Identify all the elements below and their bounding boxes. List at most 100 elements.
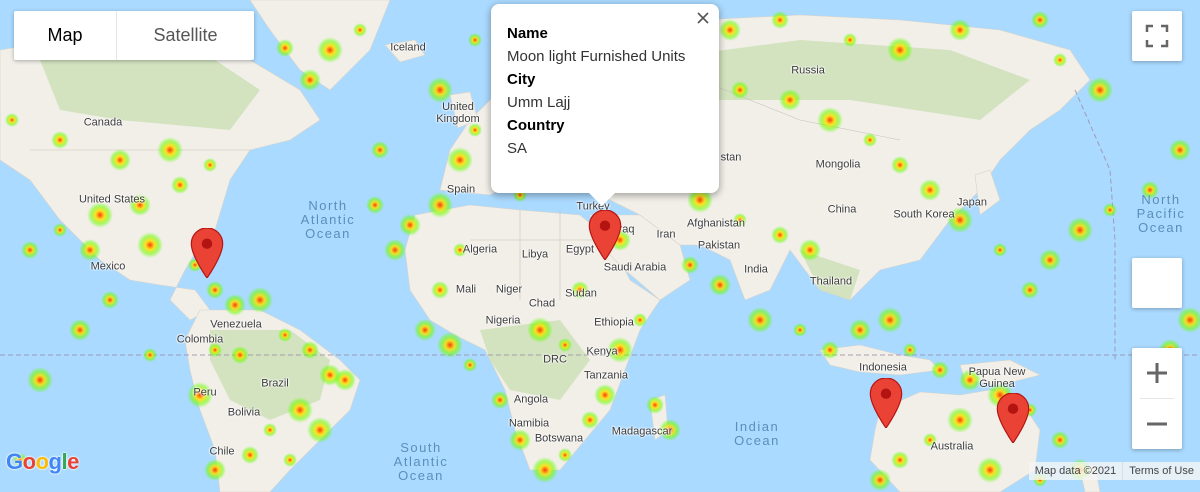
label-thailand: Thailand xyxy=(809,275,853,288)
map-marker-pin[interactable] xyxy=(588,209,622,262)
country-label: Country xyxy=(507,117,565,134)
name-value: Moon light Furnished Units xyxy=(507,48,686,65)
heatmap-point xyxy=(353,23,367,37)
terms-of-use-link[interactable]: Terms of Use xyxy=(1122,462,1200,480)
label-algeria: Algeria xyxy=(462,243,498,256)
heatmap-point xyxy=(334,369,356,391)
zoom-in-button[interactable] xyxy=(1132,348,1182,398)
label-mexico: Mexico xyxy=(90,260,126,273)
heatmap-point xyxy=(53,223,67,237)
label-united-kingdom: United Kingdom xyxy=(436,101,480,125)
close-icon xyxy=(697,12,709,24)
heatmap-point xyxy=(247,287,273,313)
label-angola: Angola xyxy=(513,393,549,406)
heatmap-point xyxy=(1051,431,1069,449)
label-ethiopia: Ethiopia xyxy=(594,316,634,329)
map-marker-pin[interactable] xyxy=(190,227,224,280)
heatmap-point xyxy=(399,214,421,236)
label-south-atlantic-ocean: South Atlantic Ocean xyxy=(393,440,449,483)
heatmap-point xyxy=(633,313,647,327)
label-tanzania: Tanzania xyxy=(583,369,629,382)
heatmap-point xyxy=(919,179,941,201)
heatmap-point xyxy=(278,328,292,342)
heatmap-point xyxy=(468,123,482,137)
label-sudan: Sudan xyxy=(565,287,597,300)
heatmap-point xyxy=(468,33,482,47)
zoom-out-button[interactable] xyxy=(1132,399,1182,449)
heatmap-point xyxy=(79,239,101,261)
close-button[interactable] xyxy=(691,6,715,30)
heatmap-point xyxy=(87,202,113,228)
heatmap-point xyxy=(371,141,389,159)
label-india: India xyxy=(744,263,768,276)
heatmap-point xyxy=(1169,139,1191,161)
heatmap-point xyxy=(793,323,807,337)
heatmap-point xyxy=(366,196,384,214)
label-kazakhstan: stan xyxy=(720,151,742,164)
map-marker-pin[interactable] xyxy=(996,392,1030,445)
label-mali: Mali xyxy=(455,283,477,296)
label-chad: Chad xyxy=(528,297,556,310)
heatmap-point xyxy=(283,453,297,467)
label-afghanistan: Afghanistan xyxy=(686,217,746,230)
heatmap-point xyxy=(877,307,903,333)
heatmap-point xyxy=(1103,203,1117,217)
label-south-korea: South Korea xyxy=(893,208,955,221)
heatmap-point xyxy=(771,226,789,244)
heatmap-point xyxy=(891,156,909,174)
heatmap-point xyxy=(681,256,699,274)
map-type-satellite-button[interactable]: Satellite xyxy=(116,11,254,60)
label-russia: Russia xyxy=(791,64,825,77)
heatmap-point xyxy=(947,407,973,433)
heatmap-point xyxy=(821,341,839,359)
heatmap-point xyxy=(263,423,277,437)
map-marker-pin[interactable] xyxy=(869,377,903,430)
heatmap-point xyxy=(5,113,19,127)
heatmap-point xyxy=(1053,53,1067,67)
map-canvas[interactable]: Iceland Canada United States Mexico Vene… xyxy=(0,0,1200,492)
minus-icon xyxy=(1147,422,1167,426)
heatmap-point xyxy=(157,137,183,163)
zoom-control xyxy=(1132,348,1182,449)
heatmap-point xyxy=(931,361,949,379)
label-north-pacific-ocean: North Pacific Ocean xyxy=(1136,192,1186,235)
heatmap-point xyxy=(317,37,343,63)
heatmap-point xyxy=(143,348,157,362)
label-colombia: Colombia xyxy=(176,333,224,346)
heatmap-point xyxy=(171,176,189,194)
heatmap-point xyxy=(491,391,509,409)
label-japan: Japan xyxy=(957,196,987,209)
fullscreen-button[interactable] xyxy=(1132,11,1182,61)
label-united-states: United States xyxy=(78,193,146,206)
map-type-map-button[interactable]: Map xyxy=(14,11,116,60)
pegman-control[interactable] xyxy=(1132,258,1182,308)
heatmap-point xyxy=(594,384,616,406)
heatmap-point xyxy=(101,291,119,309)
heatmap-point xyxy=(203,158,217,172)
label-peru: Peru xyxy=(193,386,217,399)
google-logo[interactable]: Google xyxy=(6,449,79,475)
plus-icon xyxy=(1147,363,1167,383)
label-nigeria: Nigeria xyxy=(485,314,521,327)
label-iran: Iran xyxy=(656,228,676,241)
label-madagascar: Madagascar xyxy=(611,425,673,438)
label-iceland: Iceland xyxy=(390,41,426,54)
heatmap-point xyxy=(771,11,789,29)
heatmap-point xyxy=(463,358,477,372)
fullscreen-icon xyxy=(1145,24,1169,48)
heatmap-point xyxy=(51,131,69,149)
label-chile: Chile xyxy=(209,445,235,458)
info-window-content: Name Moon light Furnished Units City Umm… xyxy=(491,4,719,160)
heatmap-point xyxy=(69,319,91,341)
label-canada: Canada xyxy=(83,116,123,129)
heatmap-point xyxy=(891,451,909,469)
heatmap-point xyxy=(779,89,801,111)
label-bolivia: Bolivia xyxy=(227,406,261,419)
heatmap-point xyxy=(299,69,321,91)
heatmap-point xyxy=(241,446,259,464)
heatmap-point xyxy=(817,107,843,133)
heatmap-point xyxy=(558,448,572,462)
label-australia: Australia xyxy=(930,440,974,453)
heatmap-point xyxy=(427,77,453,103)
heatmap-point xyxy=(206,281,224,299)
